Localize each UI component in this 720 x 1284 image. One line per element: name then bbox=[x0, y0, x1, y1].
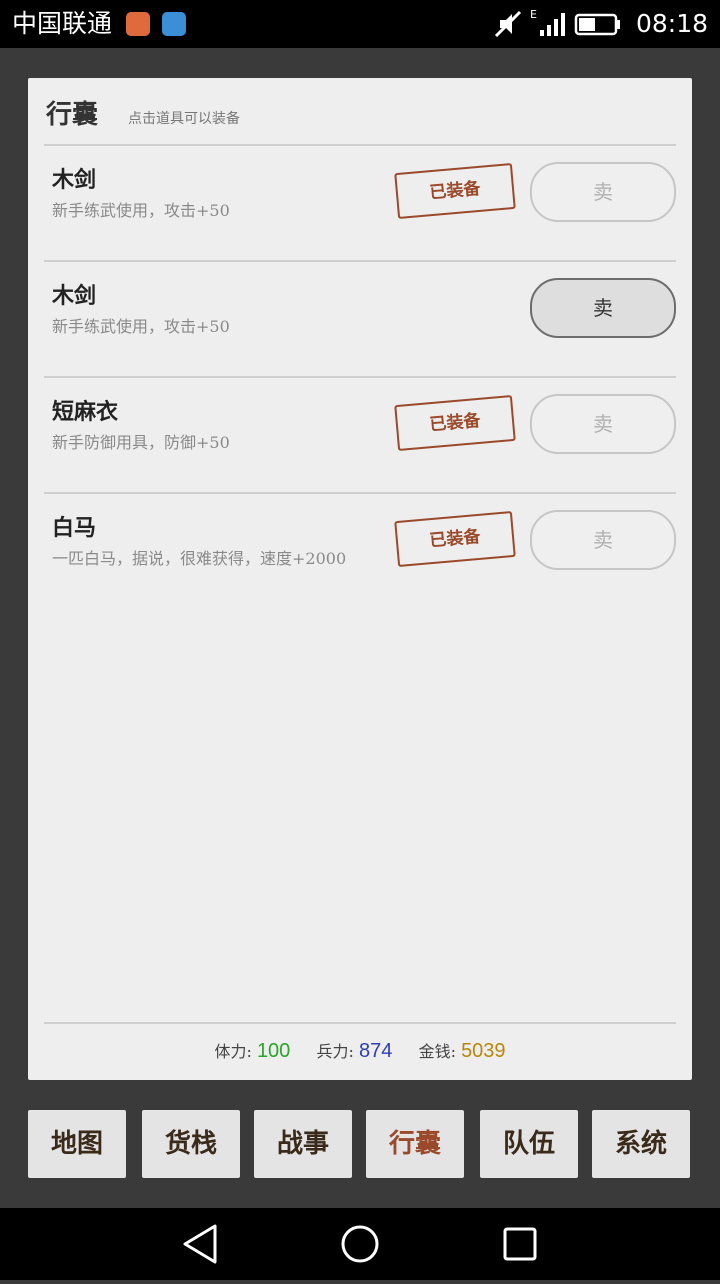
equipped-stamp: 已装备 bbox=[394, 510, 516, 568]
sell-button[interactable]: 卖 bbox=[530, 394, 676, 454]
money-value: 5039 bbox=[461, 1040, 506, 1062]
stamina-value: 100 bbox=[256, 1040, 291, 1062]
divider bbox=[44, 1022, 676, 1024]
inventory-item[interactable]: 木剑 新手练武使用，攻击+50 已装备 卖 bbox=[28, 146, 692, 260]
money-label: 金钱: bbox=[418, 1042, 456, 1061]
health-app-icon bbox=[162, 12, 186, 36]
notification-app-icon bbox=[126, 12, 150, 36]
mute-icon bbox=[494, 10, 522, 38]
tab-team[interactable]: 队伍 bbox=[480, 1110, 578, 1178]
item-name: 木剑 bbox=[52, 283, 97, 309]
status-icons: E bbox=[494, 8, 620, 38]
inventory-item[interactable]: 白马 一匹白马，据说，很难获得，速度+2000 已装备 卖 bbox=[28, 494, 692, 608]
player-stats: 体力: 100 兵力: 874 金钱: 5039 bbox=[28, 1038, 692, 1063]
inventory-item[interactable]: 木剑 新手练武使用，攻击+50 卖 bbox=[28, 262, 692, 376]
item-name: 白马 bbox=[52, 515, 97, 541]
carrier-name: 中国联通 bbox=[12, 9, 113, 38]
equipped-stamp: 已装备 bbox=[394, 162, 516, 220]
tab-battle[interactable]: 战事 bbox=[254, 1110, 352, 1178]
tab-system[interactable]: 系统 bbox=[592, 1110, 690, 1178]
status-bar: 中国联通 E 08:18 bbox=[0, 0, 720, 48]
home-icon[interactable] bbox=[341, 1225, 379, 1263]
item-description: 新手练武使用，攻击+50 bbox=[52, 201, 230, 220]
tab-inventory[interactable]: 行囊 bbox=[366, 1110, 464, 1178]
stamina-label: 体力: bbox=[214, 1042, 252, 1061]
battery-icon bbox=[574, 13, 620, 36]
item-description: 新手练武使用，攻击+50 bbox=[52, 317, 230, 336]
item-description: 新手防御用具，防御+50 bbox=[52, 433, 230, 452]
signal-icon: E bbox=[530, 8, 565, 36]
sell-button[interactable]: 卖 bbox=[530, 162, 676, 222]
sell-button[interactable]: 卖 bbox=[530, 510, 676, 570]
tab-warehouse[interactable]: 货栈 bbox=[142, 1110, 240, 1178]
page-title: 行囊 bbox=[46, 100, 99, 130]
inventory-panel: 行囊 点击道具可以装备 木剑 新手练武使用，攻击+50 已装备 卖 木剑 新手练… bbox=[28, 78, 692, 1080]
tab-map[interactable]: 地图 bbox=[28, 1110, 126, 1178]
sell-button[interactable]: 卖 bbox=[530, 278, 676, 338]
troops-label: 兵力: bbox=[316, 1042, 354, 1061]
main-tab-bar: 地图 货栈 战事 行囊 队伍 系统 bbox=[28, 1110, 692, 1178]
system-nav-bar bbox=[0, 1208, 720, 1280]
troops-value: 874 bbox=[359, 1040, 393, 1062]
clock: 08:18 bbox=[635, 9, 708, 38]
item-name: 短麻衣 bbox=[52, 399, 119, 425]
equipped-stamp: 已装备 bbox=[394, 394, 516, 452]
nav-buttons bbox=[183, 1224, 537, 1264]
recents-icon[interactable] bbox=[503, 1227, 537, 1261]
back-icon[interactable] bbox=[183, 1224, 217, 1264]
item-description: 一匹白马，据说，很难获得，速度+2000 bbox=[52, 549, 347, 568]
page-hint: 点击道具可以装备 bbox=[128, 111, 240, 127]
network-type-label: E bbox=[530, 8, 537, 21]
item-name: 木剑 bbox=[52, 167, 97, 193]
inventory-item[interactable]: 短麻衣 新手防御用具，防御+50 已装备 卖 bbox=[28, 378, 692, 492]
